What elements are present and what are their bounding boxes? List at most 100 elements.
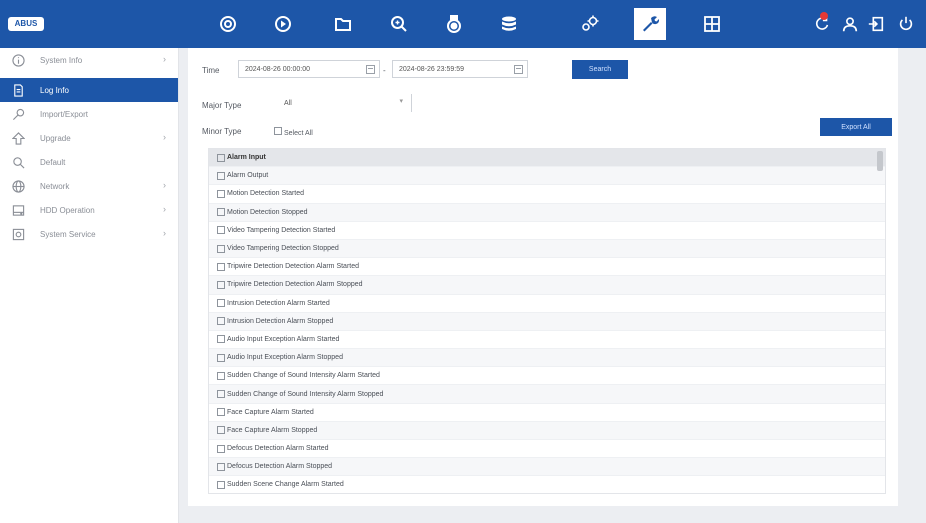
checkbox-icon[interactable] xyxy=(217,171,225,180)
minor-type-label: Sudden Scene Change Alarm Started xyxy=(227,481,344,489)
calendar-icon[interactable] xyxy=(514,65,523,74)
import-export-icon xyxy=(11,107,25,121)
playback-icon[interactable] xyxy=(268,10,298,38)
minor-type-label: Face Capture Alarm Started xyxy=(227,408,314,416)
checkbox-icon[interactable] xyxy=(217,444,225,453)
checkbox-icon[interactable] xyxy=(217,335,225,344)
checkbox-icon[interactable] xyxy=(217,371,225,380)
minor-type-row[interactable]: Audio Input Exception Alarm Started xyxy=(209,331,885,350)
ptz-dome-icon[interactable] xyxy=(439,10,469,38)
sidebar-item-import-export[interactable]: Import/Export xyxy=(0,102,178,126)
minor-type-row[interactable]: Face Capture Alarm Stopped xyxy=(209,421,885,440)
checkbox-icon[interactable] xyxy=(217,408,225,417)
camera-lens-icon[interactable] xyxy=(213,10,243,38)
checkbox-icon[interactable] xyxy=(217,426,225,435)
checkbox-icon[interactable] xyxy=(217,462,225,471)
user-alert-icon[interactable] xyxy=(840,14,860,34)
checkbox-icon[interactable] xyxy=(217,390,225,399)
checkbox-icon[interactable] xyxy=(217,353,225,362)
checkbox-icon[interactable] xyxy=(217,153,225,162)
maintenance-wrench-icon[interactable] xyxy=(634,8,666,40)
config-gears-icon[interactable] xyxy=(575,10,605,38)
checkbox-icon[interactable] xyxy=(217,189,225,198)
sidebar-item-hdd-operation[interactable]: HDD Operation › xyxy=(0,198,178,222)
sidebar-item-default[interactable]: Default xyxy=(0,150,178,174)
chevron-right-icon: › xyxy=(163,180,166,190)
sidebar-item-label: Default xyxy=(40,157,66,167)
checkbox-icon[interactable] xyxy=(217,244,225,253)
logout-icon[interactable] xyxy=(866,14,886,34)
minor-type-row[interactable]: Defocus Detection Alarm Stopped xyxy=(209,458,885,477)
log-search-panel: Time 2024-08-26 00:00:00 - 2024-08-26 23… xyxy=(188,48,898,506)
minor-type-rows: Alarm Input Alarm Output Motion Detection … xyxy=(209,149,885,493)
default-icon xyxy=(11,155,25,169)
checkbox-icon[interactable] xyxy=(217,208,225,217)
minor-type-row[interactable]: Sudden Change of Sound Intensity Alarm S… xyxy=(209,385,885,404)
minor-type-label: Audio Input Exception Alarm Stopped xyxy=(227,354,343,362)
minor-type-row[interactable]: Video Tampering Detection Started xyxy=(209,222,885,240)
calendar-icon[interactable] xyxy=(366,65,375,74)
service-icon xyxy=(11,227,25,241)
info-icon xyxy=(11,53,25,67)
minor-type-row[interactable]: Sudden Scene Change Alarm Started xyxy=(209,476,885,493)
bottom-strip xyxy=(188,506,898,523)
sidebar-item-log-info[interactable]: Log Info xyxy=(0,78,178,102)
minor-type-label: Intrusion Detection Alarm Stopped xyxy=(227,317,334,325)
checkbox-icon[interactable] xyxy=(217,317,225,326)
minor-type-row[interactable]: Tripwire Detection Detection Alarm Stopp… xyxy=(209,276,885,295)
minor-type-label: Audio Input Exception Alarm Started xyxy=(227,335,340,343)
sidebar-item-system-service[interactable]: System Service › xyxy=(0,222,178,246)
list-scrollbar[interactable] xyxy=(877,151,883,171)
minor-type-label: Tripwire Detection Detection Alarm Start… xyxy=(227,263,360,271)
start-time-field[interactable]: 2024-08-26 00:00:00 xyxy=(238,60,380,78)
minor-type-row[interactable]: Motion Detection Started xyxy=(209,185,885,204)
database-icon[interactable] xyxy=(494,10,524,38)
upgrade-icon xyxy=(11,131,25,145)
minor-type-row[interactable]: Alarm Input xyxy=(209,149,885,168)
sidebar-item-label: System Service xyxy=(40,229,96,239)
time-label: Time xyxy=(202,66,220,75)
minor-type-row[interactable]: Audio Input Exception Alarm Stopped xyxy=(209,349,885,368)
end-time-field[interactable]: 2024-08-26 23:59:59 xyxy=(392,60,528,78)
minor-type-label: Tripwire Detection Detection Alarm Stopp… xyxy=(227,281,363,289)
minor-type-row[interactable]: Alarm Output xyxy=(209,167,885,186)
checkbox-icon[interactable] xyxy=(217,226,225,235)
checkbox-icon[interactable] xyxy=(217,480,225,489)
minor-type-label: Motion Detection Stopped xyxy=(227,208,308,216)
minor-type-label: Intrusion Detection Alarm Started xyxy=(227,299,330,307)
checkbox-icon[interactable] xyxy=(217,299,225,308)
sidebar-item-label: Log Info xyxy=(40,85,69,95)
checkbox-icon[interactable] xyxy=(217,262,225,271)
major-type-value: All xyxy=(284,99,292,107)
brand-logo: ABUS xyxy=(8,17,44,31)
sidebar-item-network[interactable]: Network › xyxy=(0,174,178,198)
chevron-right-icon: › xyxy=(163,54,166,64)
major-type-label: Major Type xyxy=(202,101,242,110)
dropdown-arrow-icon: ▾ xyxy=(399,98,403,105)
grid-layout-icon[interactable] xyxy=(697,10,727,38)
minor-type-row[interactable]: Sudden Change of Sound Intensity Alarm S… xyxy=(209,367,885,386)
minor-type-row[interactable]: Defocus Detection Alarm Started xyxy=(209,440,885,459)
minor-type-row[interactable]: Video Tampering Detection Stopped xyxy=(209,239,885,259)
search-zoom-icon[interactable] xyxy=(384,10,414,38)
hdd-icon xyxy=(11,203,25,217)
sidebar-item-system-info[interactable]: System Info › xyxy=(0,48,178,72)
sidebar-item-upgrade[interactable]: Upgrade › xyxy=(0,126,178,150)
select-all-checkbox[interactable]: Select All xyxy=(274,127,313,137)
sidebar-item-label: System Info xyxy=(40,55,83,65)
minor-type-list[interactable]: Alarm Input Alarm Output Motion Detection … xyxy=(208,148,886,494)
minor-type-row[interactable]: Tripwire Detection Detection Alarm Start… xyxy=(209,258,885,277)
minor-type-row[interactable]: Face Capture Alarm Started xyxy=(209,404,885,422)
minor-type-label: Sudden Change of Sound Intensity Alarm S… xyxy=(227,390,384,398)
export-button[interactable]: Export All xyxy=(820,118,892,136)
minor-type-row[interactable]: Intrusion Detection Alarm Stopped xyxy=(209,312,885,331)
checkbox-icon[interactable] xyxy=(217,280,225,289)
folder-icon[interactable] xyxy=(328,10,358,38)
minor-type-row[interactable]: Motion Detection Stopped xyxy=(209,203,885,222)
search-button[interactable]: Search xyxy=(572,60,628,79)
minor-type-row[interactable]: Intrusion Detection Alarm Started xyxy=(209,295,885,313)
power-icon[interactable] xyxy=(896,14,916,34)
sidebar-item-label: Import/Export xyxy=(40,109,89,119)
major-type-select[interactable]: All ▾ xyxy=(278,94,412,112)
sidebar-item-label: Network xyxy=(40,181,70,191)
